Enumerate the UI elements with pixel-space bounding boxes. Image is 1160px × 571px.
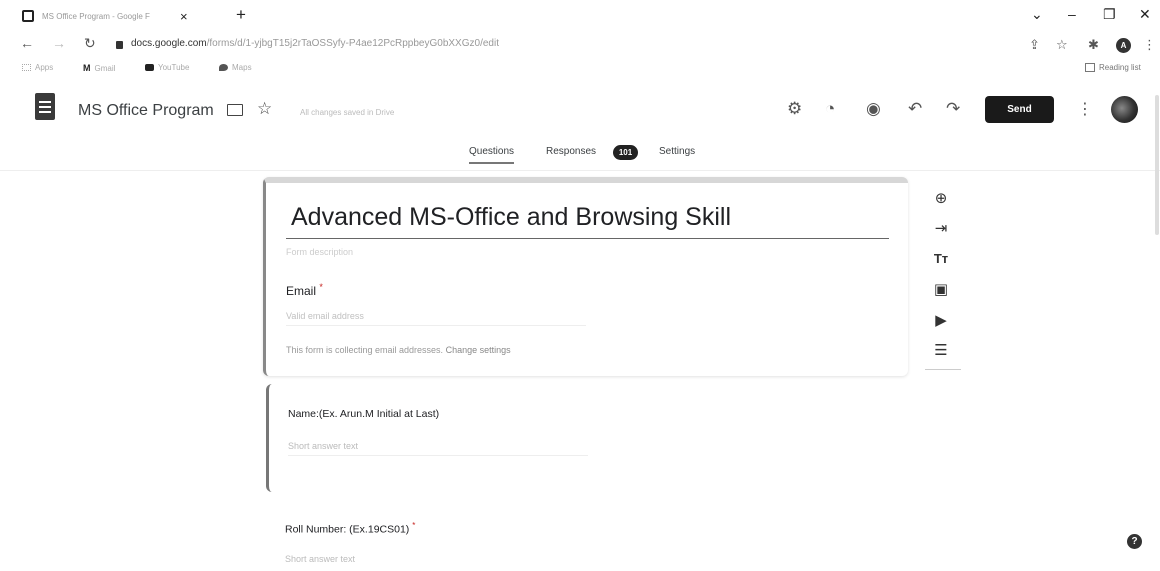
apps-grid-icon [22,64,31,71]
collecting-emails-note: This form is collecting email addresses.… [286,345,511,355]
change-settings-link[interactable]: Change settings [446,345,511,355]
add-question-icon[interactable]: ⊕ [929,186,953,210]
add-title-icon[interactable]: Tт [929,246,953,270]
add-image-icon[interactable]: ▣ [929,277,953,301]
star-icon[interactable]: ☆ [257,99,272,119]
required-asterisk: * [412,521,416,530]
question-toolbar: ⊕ ⇥ Tт ▣ ▶ ☰ [921,183,961,371]
tabs-divider [0,170,1160,171]
tab-questions[interactable]: Questions [469,146,515,164]
customize-theme-icon[interactable]: ◔ [825,99,835,119]
tab-search-icon[interactable]: ⌄ [1031,6,1043,23]
browser-profile-avatar[interactable]: A [1116,38,1131,53]
new-tab-icon[interactable]: + [236,5,246,25]
bookmark-maps[interactable]: Maps [219,63,252,72]
document-title[interactable]: MS Office Program [78,102,214,120]
short-answer-placeholder: Short answer text [285,554,356,564]
bookmark-star-icon[interactable]: ☆ [1056,37,1068,53]
browser-tab[interactable]: MS Office Program - Google F × [22,6,188,26]
question-label[interactable]: Roll Number: (Ex.19CS01) * [285,521,415,536]
forward-icon[interactable]: → [52,35,66,51]
tab-title: MS Office Program - Google F [42,11,150,21]
reading-list[interactable]: Reading list [1085,63,1141,72]
save-status: All changes saved in Drive [300,108,395,117]
title-underline [286,238,889,239]
gmail-icon: M [83,63,91,73]
form-description-input[interactable]: Form description [286,247,353,257]
close-window-icon[interactable]: ✕ [1139,6,1151,23]
short-answer-underline [288,455,588,456]
address-bar: ← → ↻ docs.google.com/forms/d/1-yjbgT15j… [0,32,1160,58]
back-icon[interactable]: ← [20,35,34,51]
short-answer-placeholder: Short answer text [288,441,359,451]
question-card-roll-number[interactable]: Roll Number: (Ex.19CS01) * Short answer … [266,503,909,571]
forms-logo-icon[interactable] [35,93,55,120]
tab-responses[interactable]: Responses [546,146,596,157]
addons-icon[interactable]: ⚙ [787,99,802,119]
question-label[interactable]: Name:(Ex. Arun.M Initial at Last) [288,408,439,420]
add-video-icon[interactable]: ▶ [929,308,953,332]
form-tabs: Questions Responses 101 Settings [0,143,1160,171]
form-title[interactable]: Advanced MS-Office and Browsing Skill [291,203,731,232]
bookmarks-bar: Apps M Gmail YouTube Maps Reading list [0,60,1160,78]
bookmark-apps[interactable]: Apps [22,63,53,72]
send-button[interactable]: Send [985,96,1054,123]
tab-settings[interactable]: Settings [659,146,695,157]
url-field[interactable]: docs.google.com/forms/d/1-yjbgT15j2rTaOS… [131,38,499,49]
bookmark-gmail[interactable]: M Gmail [83,63,115,73]
form-title-card[interactable]: Advanced MS-Office and Browsing Skill Fo… [263,177,908,376]
toolbar-divider [925,369,961,370]
url-path: /forms/d/1-yjbgT15j2rTaOSSyfy-P4ae12PcRp… [206,38,499,49]
email-field-underline [286,325,586,326]
responses-count-badge: 101 [613,145,638,160]
close-tab-icon[interactable]: × [180,9,188,24]
preview-eye-icon[interactable]: ◉ [866,99,881,119]
maps-icon [219,64,228,71]
reading-list-icon [1085,63,1095,72]
user-avatar[interactable] [1111,96,1138,123]
reload-icon[interactable]: ↻ [84,35,96,52]
forms-header: MS Office Program ☆ All changes saved in… [0,85,1160,135]
forms-favicon-icon [22,10,34,22]
add-section-icon[interactable]: ☰ [929,338,953,362]
question-card-name[interactable]: Name:(Ex. Arun.M Initial at Last) Short … [266,384,909,492]
extensions-icon[interactable]: ✱ [1088,37,1099,53]
import-questions-icon[interactable]: ⇥ [929,216,953,240]
minimize-icon[interactable]: – [1068,6,1076,22]
browser-menu-icon[interactable]: ⋮ [1143,37,1156,53]
lock-icon [116,41,123,49]
help-icon[interactable]: ? [1127,534,1142,549]
bookmark-youtube[interactable]: YouTube [145,63,189,72]
scrollbar[interactable] [1155,95,1159,235]
email-field: Valid email address [286,311,364,321]
youtube-icon [145,64,154,71]
required-asterisk: * [319,282,323,292]
restore-icon[interactable]: ❐ [1103,6,1116,23]
redo-icon[interactable]: ↷ [946,99,960,119]
undo-icon[interactable]: ↶ [908,99,922,119]
more-options-icon[interactable]: ⋮ [1077,99,1093,119]
folder-icon[interactable] [227,104,243,116]
share-icon[interactable]: ⇪ [1029,37,1040,53]
browser-tab-bar: MS Office Program - Google F × + ⌄ – ❐ ✕ [0,0,1160,30]
email-question-label: Email * [286,282,323,298]
